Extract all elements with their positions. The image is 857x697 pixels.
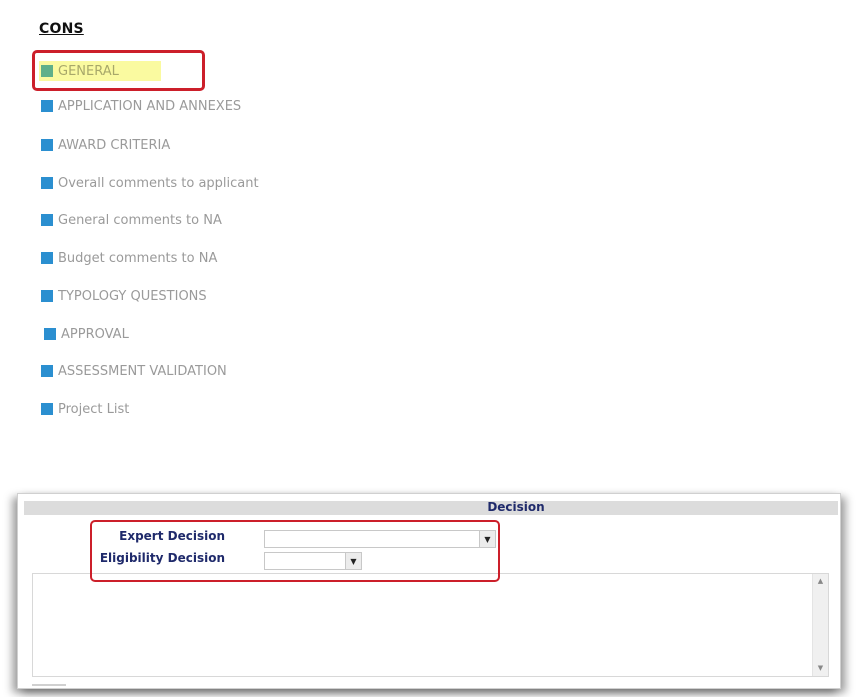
nav-item-label: AWARD CRITERIA <box>58 137 171 153</box>
nav-item-label: Budget comments to NA <box>58 250 218 266</box>
square-bullet-icon <box>41 290 53 302</box>
nav-item-label: ASSESSMENT VALIDATION <box>58 363 227 379</box>
panel-header-title: Decision <box>487 500 545 514</box>
nav-item-label: Project List <box>58 401 130 417</box>
square-bullet-icon <box>41 252 53 264</box>
annotation-box-general <box>32 50 205 91</box>
nav-item-award-criteria[interactable]: AWARD CRITERIA <box>41 135 170 155</box>
square-bullet-icon <box>41 100 53 112</box>
square-bullet-icon <box>41 177 53 189</box>
nav-item-label: APPROVAL <box>61 326 129 342</box>
nav-item-label: TYPOLOGY QUESTIONS <box>58 288 207 304</box>
nav-item-label: APPLICATION AND ANNEXES <box>58 98 242 114</box>
scroll-up-icon[interactable]: ▲ <box>813 577 828 585</box>
nav-item-label: General comments to NA <box>58 212 222 228</box>
square-bullet-icon <box>41 403 53 415</box>
nav-item-project-list[interactable]: Project List <box>41 399 129 419</box>
annotation-box-decisions <box>90 520 500 582</box>
panel-header: Decision <box>24 500 838 515</box>
nav-item-approval[interactable]: APPROVAL <box>44 324 129 344</box>
square-bullet-icon <box>41 139 53 151</box>
nav-item-overall-comments[interactable]: Overall comments to applicant <box>41 173 259 193</box>
nav-item-label: Overall comments to applicant <box>58 175 259 191</box>
scroll-down-icon[interactable]: ▼ <box>813 664 828 672</box>
nav-item-budget-comments[interactable]: Budget comments to NA <box>41 248 217 268</box>
section-title: CONS <box>39 21 84 37</box>
vertical-scrollbar[interactable]: ▲ ▼ <box>812 574 828 676</box>
nav-item-application-and-annexes[interactable]: APPLICATION AND ANNEXES <box>41 96 241 116</box>
comment-textarea[interactable]: ▲ ▼ <box>32 573 829 677</box>
nav-item-assessment-validation[interactable]: ASSESSMENT VALIDATION <box>41 361 227 381</box>
nav-item-typology-questions[interactable]: TYPOLOGY QUESTIONS <box>41 286 207 306</box>
square-bullet-icon <box>41 214 53 226</box>
square-bullet-icon <box>44 328 56 340</box>
horizontal-scrollbar-thumb[interactable] <box>32 684 66 686</box>
nav-item-general-comments[interactable]: General comments to NA <box>41 210 222 230</box>
square-bullet-icon <box>41 365 53 377</box>
